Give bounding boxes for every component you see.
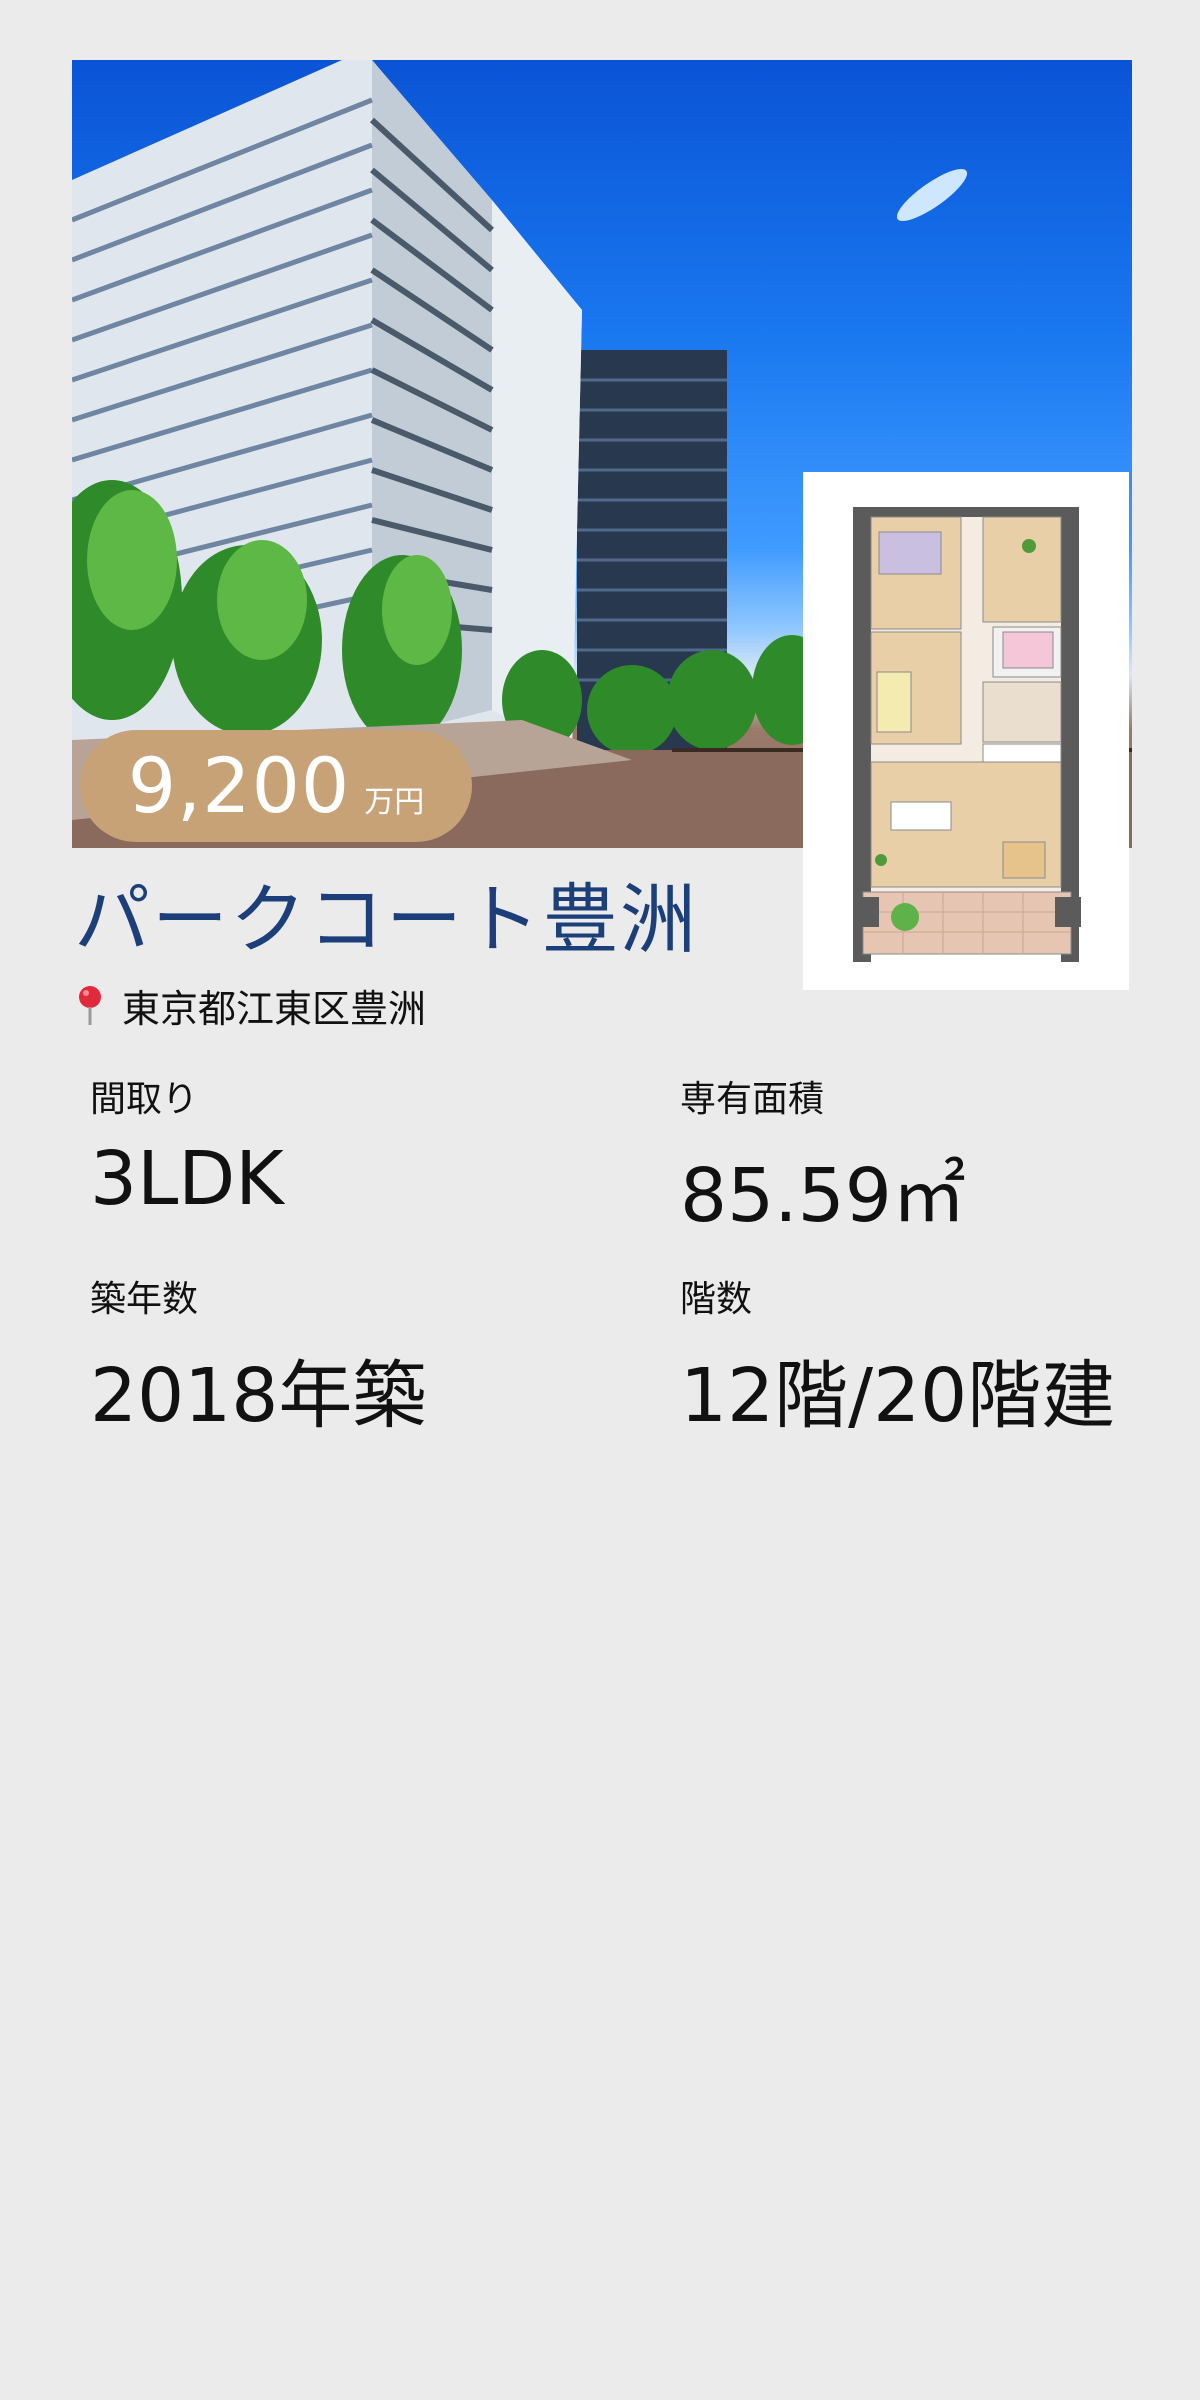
spec-area: 専有面積 85.59㎡ (680, 1070, 1200, 1243)
spec-label: 築年数 (90, 1279, 199, 1320)
spec-value: 3LDK (90, 1136, 284, 1222)
spec-label: 階数 (680, 1279, 753, 1320)
spec-building-age: 築年数 2018年築 (90, 1270, 610, 1443)
address-text: 東京都江東区豊洲 (122, 987, 427, 1031)
floor-plan-diagram (853, 507, 1081, 962)
map-pin-icon (79, 985, 101, 1025)
spec-value: 12階/20階建 (680, 1353, 1116, 1439)
spec-value: 85.59㎡ (680, 1153, 966, 1239)
spec-value: 2018年築 (90, 1353, 427, 1439)
spec-floor: 階数 12階/20階建 (680, 1270, 1200, 1443)
price-value: 9,200 (127, 741, 351, 830)
spec-label: 間取り (90, 1079, 199, 1120)
price-unit: 万円 (364, 785, 425, 820)
property-name: パークコート豊洲 (74, 875, 698, 964)
floor-plan-thumbnail[interactable] (803, 472, 1129, 990)
price-badge: 9,200 万円 (80, 730, 472, 842)
spec-label: 専有面積 (680, 1079, 825, 1120)
spec-layout: 間取り 3LDK (90, 1070, 610, 1222)
address: 東京都江東区豊洲 (76, 978, 426, 1033)
